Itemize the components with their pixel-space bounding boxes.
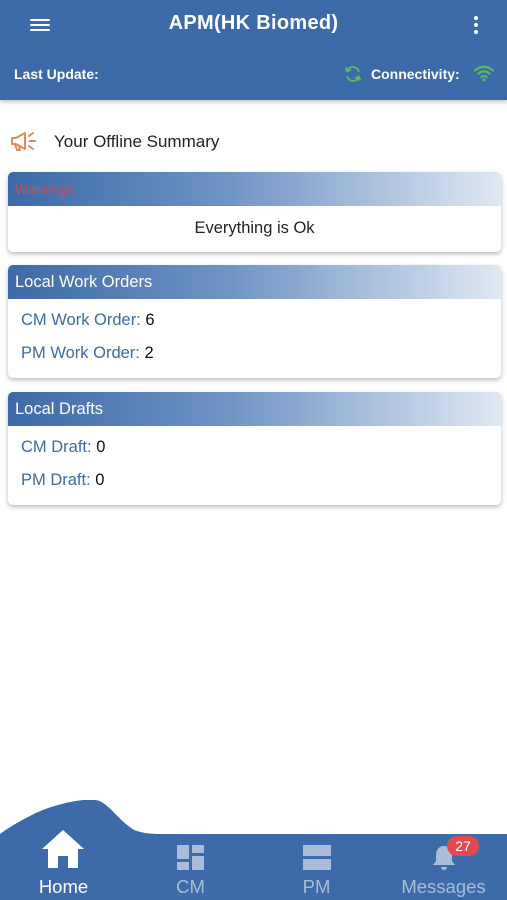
local-work-orders-card: Local Work Orders CM Work Order: 6 PM Wo… [8, 265, 501, 378]
local-work-orders-header: Local Work Orders [8, 265, 501, 299]
app-title: APM(HK Biomed) [168, 12, 339, 34]
warnings-card: Warnings Everything is Ok [8, 172, 501, 252]
megaphone-icon [11, 132, 36, 151]
pm-work-order-label: PM Work Order: [21, 344, 140, 362]
cm-work-order-label: CM Work Order: [21, 311, 141, 329]
connectivity-label: Connectivity: [371, 66, 460, 82]
home-icon [42, 830, 84, 868]
warnings-message: Everything is Ok [194, 219, 315, 237]
local-drafts-card: Local Drafts CM Draft: 0 PM Draft: 0 [8, 392, 501, 505]
pm-draft-row[interactable]: PM Draft: 0 [21, 471, 104, 490]
messages-badge: 27 [447, 836, 479, 856]
more-options-icon[interactable] [471, 16, 481, 34]
sync-icon[interactable] [343, 64, 363, 84]
offline-summary-label: Your Offline Summary [54, 132, 220, 151]
cm-draft-row[interactable]: CM Draft: 0 [21, 438, 105, 457]
pm-draft-value: 0 [95, 471, 105, 489]
cm-draft-value: 0 [96, 438, 106, 456]
cm-work-order-row[interactable]: CM Work Order: 6 [21, 311, 155, 330]
dashboard-icon [177, 845, 204, 870]
cm-draft-label: CM Draft: [21, 438, 92, 456]
offline-summary-heading: Your Offline Summary [10, 128, 219, 156]
tab-pm-label: PM [302, 876, 331, 897]
local-drafts-header: Local Drafts [8, 392, 501, 426]
pm-work-order-value: 2 [144, 344, 154, 362]
pm-work-order-row[interactable]: PM Work Order: 2 [21, 344, 154, 363]
tab-messages-label: Messages [401, 876, 486, 897]
wifi-icon [474, 65, 494, 82]
cm-work-order-value: 6 [145, 311, 155, 329]
tab-home-label: Home [38, 876, 89, 897]
list-icon [303, 845, 331, 870]
warnings-header: Warnings [8, 172, 501, 206]
pm-draft-label: PM Draft: [21, 471, 91, 489]
tab-cm-label: CM [176, 876, 205, 897]
last-update-label: Last Update: [14, 66, 99, 82]
app-bar: APM(HK Biomed) Last Update: Connectivity… [0, 0, 507, 100]
